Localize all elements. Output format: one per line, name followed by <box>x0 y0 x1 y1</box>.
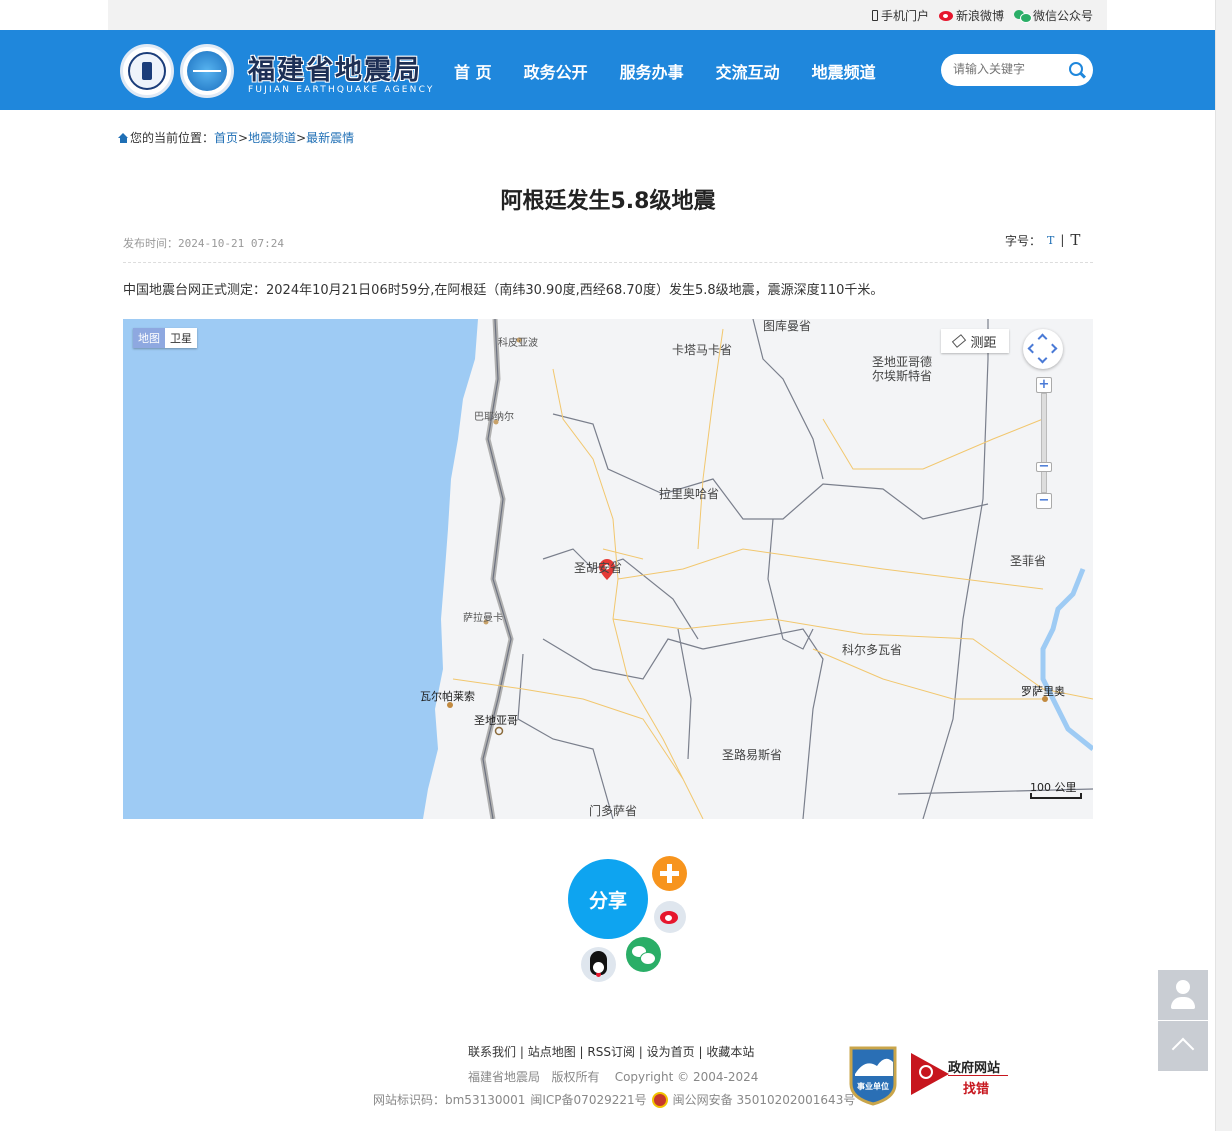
zoom-out-button[interactable]: − <box>1036 493 1052 509</box>
font-big-button[interactable]: T <box>1070 231 1080 249</box>
map-label-rosario: 罗萨里奥 <box>1021 685 1065 698</box>
map-label-catamarca: 卡塔马卡省 <box>672 343 733 357</box>
pan-right-icon[interactable] <box>1047 343 1058 354</box>
weibo-link[interactable]: 新浪微博 <box>938 7 1004 24</box>
wechat-icon <box>1013 10 1032 23</box>
map-type-satellite-button[interactable]: 卫星 <box>165 328 197 348</box>
share-more-icon[interactable] <box>652 856 687 891</box>
map-label-valparaiso: 瓦尔帕莱索 <box>420 690 475 703</box>
map-label-la-rioja: 拉里奥哈省 <box>659 487 720 501</box>
zoom-slider-handle[interactable]: − <box>1036 460 1052 473</box>
map-label-san-juan: 圣胡安省 <box>574 561 623 575</box>
search-input[interactable] <box>953 62 1063 76</box>
map-label-copiapo: 科皮亚波 <box>498 338 538 349</box>
emblem-seal-icon <box>120 44 174 98</box>
divider <box>123 262 1093 263</box>
footer-links: 联系我们 | 站点地图 | RSS订阅 | 设为首页 | 收藏本站 <box>468 1045 755 1059</box>
search-box <box>941 54 1093 86</box>
site-header: 福建省地震局 FUJIAN EARTHQUAKE AGENCY 首 页 政务公开… <box>0 30 1215 110</box>
nav-government-affairs[interactable]: 政务公开 <box>524 59 588 83</box>
weibo-icon <box>938 10 953 21</box>
wechat-link[interactable]: 微信公众号 <box>1013 7 1093 24</box>
home-icon <box>118 132 129 143</box>
main-nav: 首 页 政务公开 服务办事 交流互动 地震频道 <box>454 59 876 83</box>
share-qq-icon[interactable] <box>581 947 616 982</box>
publish-time: 2024-10-21 07:24 <box>178 237 284 250</box>
pan-down-icon[interactable] <box>1037 353 1048 364</box>
footer-set-home-link[interactable]: 设为首页 <box>647 1045 695 1059</box>
footer-police-link[interactable]: 闽公网安备 35010202001643号 <box>673 1091 856 1108</box>
map-label-cordoba: 科尔多瓦省 <box>842 643 903 657</box>
footer-contact-link[interactable]: 联系我们 <box>468 1045 516 1059</box>
user-float-button[interactable] <box>1158 970 1208 1020</box>
footer-copyright: 福建省地震局 版权所有 Copyright © 2004-2024 <box>468 1070 759 1084</box>
breadcrumb-home[interactable]: 首页 <box>214 129 238 146</box>
mobile-portal-link[interactable]: 手机门户 <box>871 7 929 24</box>
nav-home[interactable]: 首 页 <box>454 59 492 83</box>
page-scrollbar[interactable] <box>1215 0 1232 1131</box>
top-utility-bar: 手机门户 新浪微博 微信公众号 <box>108 0 1107 30</box>
map-type-switch: 地图 卫星 <box>133 328 197 348</box>
footer-registration: 网站标识码：bm53130001 闽ICP备07029221号 闽公网安备 35… <box>373 1091 855 1108</box>
footer-rss-link[interactable]: RSS订阅 <box>587 1045 635 1059</box>
zoom-in-button[interactable]: + <box>1036 377 1052 393</box>
public-institution-badge-icon[interactable]: 事业单位 <box>847 1044 899 1106</box>
font-small-button[interactable]: T <box>1047 234 1054 247</box>
footer-bookmark-link[interactable]: 收藏本站 <box>706 1045 754 1059</box>
badge-label: 事业单位 <box>857 1081 889 1091</box>
pan-control[interactable] <box>1023 329 1063 369</box>
nav-interaction[interactable]: 交流互动 <box>716 59 780 83</box>
footer-icp-link[interactable]: 闽ICP备07029221号 <box>530 1091 646 1108</box>
ruler-icon <box>952 334 967 348</box>
magnifier-icon <box>919 1065 933 1079</box>
page-title: 阿根廷发生5.8级地震 <box>500 189 716 214</box>
logo-subtitle: FUJIAN EARTHQUAKE AGENCY <box>248 84 435 95</box>
top-links: 手机门户 新浪微博 微信公众号 <box>871 7 1093 24</box>
map-scale-bar <box>1030 793 1082 799</box>
share-weibo-icon[interactable] <box>654 901 686 933</box>
publish-info: 发布时间：2024-10-21 07:24 <box>123 237 284 250</box>
nav-earthquake-channel[interactable]: 地震频道 <box>812 59 876 83</box>
pan-left-icon[interactable] <box>1027 343 1038 354</box>
breadcrumb-latest[interactable]: 最新震情 <box>306 129 354 146</box>
logo-title: 福建省地震局 <box>248 54 422 86</box>
nav-services[interactable]: 服务办事 <box>620 59 684 83</box>
map-label-santiago: 圣地亚哥 <box>474 714 518 727</box>
site-logo[interactable]: 福建省地震局 FUJIAN EARTHQUAKE AGENCY <box>120 42 435 100</box>
share-button[interactable]: 分享 <box>568 859 648 939</box>
map-label-santa-fe: 圣菲省 <box>1010 554 1047 568</box>
zoom-control: + − − <box>1036 377 1052 509</box>
map-label-vallenar: 巴耶纳尔 <box>474 412 514 423</box>
article-body: 中国地震台网正式测定：2024年10月21日06时59分,在阿根廷（南纬30.9… <box>123 283 884 298</box>
measure-distance-button[interactable]: 测距 <box>941 329 1009 353</box>
share-wechat-icon[interactable] <box>626 937 661 972</box>
map-label-santiago-del-estero: 圣地亚哥德尔埃斯特省 <box>872 355 933 383</box>
map-label-san-luis: 圣路易斯省 <box>722 748 783 762</box>
back-to-top-button[interactable] <box>1158 1021 1208 1071</box>
map-label-salamanca: 萨拉曼卡 <box>463 613 503 624</box>
fjea-seal-icon <box>180 44 234 98</box>
map-label-tucuman: 图库曼省 <box>763 319 812 333</box>
breadcrumb-earthquake-channel[interactable]: 地震频道 <box>248 129 296 146</box>
zoom-slider-track[interactable] <box>1041 393 1047 493</box>
gov-website-error-report[interactable]: 政府网站 找错 <box>911 1053 1011 1097</box>
search-icon[interactable] <box>1069 62 1083 76</box>
breadcrumb: 您的当前位置： 首页 > 地震频道 > 最新震情 <box>118 129 354 146</box>
footer-site-id: 网站标识码：bm53130001 <box>373 1093 526 1107</box>
font-size-control: 字号： T | T <box>1005 231 1081 249</box>
earthquake-map[interactable]: 图库曼省 卡塔马卡省 科皮亚波 圣地亚哥德尔埃斯特省 巴耶纳尔 拉里奥哈省 圣胡… <box>123 319 1093 819</box>
phone-icon <box>871 10 878 21</box>
map-type-map-button[interactable]: 地图 <box>133 328 165 348</box>
police-badge-icon <box>651 1091 668 1108</box>
footer-sitemap-link[interactable]: 站点地图 <box>528 1045 576 1059</box>
pan-up-icon[interactable] <box>1037 333 1048 344</box>
map-label-mendoza: 门多萨省 <box>589 804 638 818</box>
